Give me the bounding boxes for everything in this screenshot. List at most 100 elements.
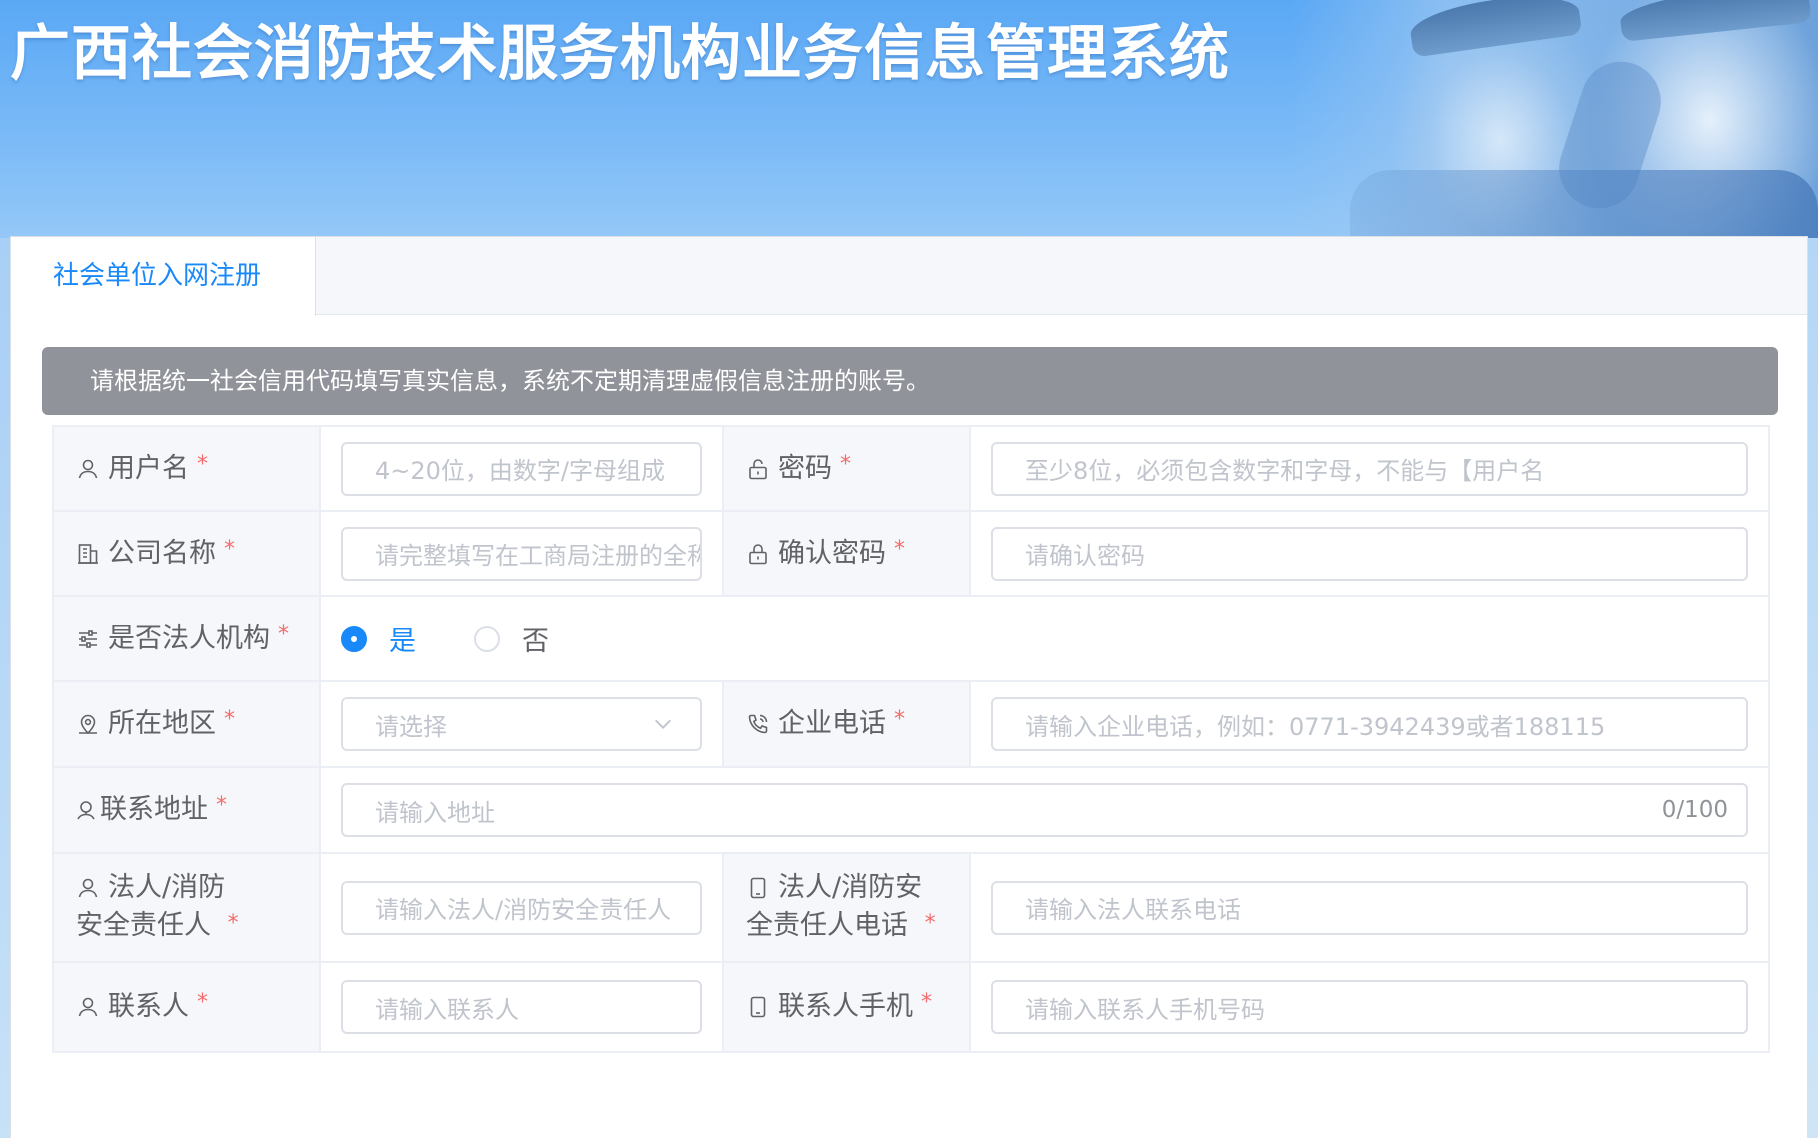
- region-select[interactable]: 请选择: [341, 697, 702, 751]
- username-placeholder: 4~20位，由数字/字母组成: [375, 457, 666, 485]
- sliders-icon: [76, 627, 100, 651]
- legal-person-placeholder: 请输入法人/消防安全责任人: [375, 896, 672, 924]
- radio-yes-label: 是: [389, 626, 416, 657]
- radio-no-circle[interactable]: [474, 625, 500, 652]
- form-row: 联系地址 * 请输入地址 0/100: [52, 766, 1770, 854]
- contact-placeholder: 请输入联系人: [375, 995, 519, 1024]
- address-char-counter: 0/100: [1661, 797, 1728, 823]
- registration-form: 用户名 * 4~20位，由数字/字母组成 密码 * 至少8位，必须包含数字和字母…: [52, 425, 1770, 1053]
- uniform-shape: [1350, 170, 1818, 238]
- required-mark: *: [197, 451, 208, 477]
- form-row: 联系人 * 请输入联系人 联系人手机 * 请输入联系人手机号码: [52, 961, 1770, 1053]
- contact-mobile-placeholder: 请输入联系人手机号码: [1025, 995, 1265, 1024]
- form-row: 所在地区 * 请选择 企业电话 * 请输入企业电话，例如：0771-394243…: [52, 680, 1770, 768]
- required-mark: *: [894, 707, 905, 732]
- password-label: 密码: [778, 452, 832, 484]
- company-name-input-cell: 请完整填写在工商局注册的全称: [319, 510, 724, 597]
- required-mark: *: [924, 910, 936, 936]
- location-icon: [76, 712, 100, 736]
- contact-mobile-input-cell: 请输入联系人手机号码: [969, 961, 1770, 1053]
- header-photo-firefighters: [1290, 0, 1818, 238]
- legal-person-phone-label-cell: 法人/消防安 全责任人电话 *: [722, 852, 971, 963]
- legal-entity-radio-cell: 是 否: [319, 595, 1770, 682]
- legal-person-label-line2: 安全责任人: [76, 909, 211, 941]
- chevron-down-icon: [655, 719, 671, 729]
- address-input[interactable]: 请输入地址 0/100: [341, 783, 1748, 837]
- company-phone-label: 企业电话: [778, 708, 886, 739]
- confirm-password-input-cell: 请确认密码: [969, 510, 1770, 597]
- building-icon: [76, 542, 100, 566]
- password-placeholder: 至少8位，必须包含数字和字母，不能与【用户名: [1025, 457, 1545, 485]
- cap-shape: [1407, 0, 1583, 58]
- contact-mobile-label-cell: 联系人手机 *: [722, 961, 971, 1053]
- contact-label-cell: 联系人 *: [52, 961, 321, 1053]
- legal-person-input[interactable]: 请输入法人/消防安全责任人: [341, 880, 702, 935]
- password-label-cell: 密码 *: [722, 425, 971, 512]
- username-input-cell: 4~20位，由数字/字母组成: [319, 425, 724, 512]
- contact-input-cell: 请输入联系人: [319, 961, 724, 1053]
- username-input[interactable]: 4~20位，由数字/字母组成: [341, 441, 702, 496]
- legal-person-phone-label-line1: 法人/消防安: [778, 871, 923, 903]
- region-select-cell: 请选择: [319, 680, 724, 768]
- required-mark: *: [197, 990, 208, 1015]
- required-mark: *: [894, 536, 905, 562]
- required-mark: *: [840, 451, 851, 477]
- confirm-password-label: 确认密码: [778, 537, 886, 569]
- required-mark: *: [224, 536, 235, 562]
- form-row: 公司名称 * 请完整填写在工商局注册的全称 确认密码 * 请确认密码: [52, 510, 1770, 597]
- required-mark: *: [227, 910, 239, 936]
- header-banner: 广西社会消防技术服务机构业务信息管理系统: [0, 0, 1818, 238]
- legal-person-label-line1: 法人/消防: [108, 871, 226, 903]
- contact-label: 联系人: [108, 991, 189, 1022]
- company-name-label-cell: 公司名称 *: [52, 510, 321, 597]
- password-input-cell: 至少8位，必须包含数字和字母，不能与【用户名: [969, 425, 1770, 512]
- mobile-icon: [746, 876, 770, 900]
- mobile-icon: [746, 995, 770, 1019]
- address-placeholder: 请输入地址: [375, 798, 495, 827]
- confirm-password-input[interactable]: 请确认密码: [991, 526, 1748, 581]
- tab-unit-registration[interactable]: 社会单位入网注册: [11, 237, 316, 316]
- company-name-input[interactable]: 请完整填写在工商局注册的全称: [341, 526, 702, 581]
- company-phone-input[interactable]: 请输入企业电话，例如：0771-3942439或者188115: [991, 697, 1748, 751]
- required-mark: *: [216, 793, 227, 818]
- contact-mobile-input[interactable]: 请输入联系人手机号码: [991, 980, 1748, 1034]
- form-row: 用户名 * 4~20位，由数字/字母组成 密码 * 至少8位，必须包含数字和字母…: [52, 425, 1770, 512]
- password-input[interactable]: 至少8位，必须包含数字和字母，不能与【用户名: [991, 441, 1748, 496]
- required-mark: *: [278, 621, 289, 647]
- cap-shape: [1618, 0, 1812, 42]
- company-phone-placeholder: 请输入企业电话，例如：0771-3942439或者188115: [1025, 712, 1606, 741]
- legal-person-phone-placeholder: 请输入法人联系电话: [1025, 896, 1241, 924]
- contact-mobile-label: 联系人手机: [778, 991, 913, 1022]
- region-placeholder: 请选择: [375, 712, 447, 741]
- background-edge-right: [1808, 238, 1818, 1138]
- address-label-cell: 联系地址 *: [52, 766, 321, 854]
- user-icon: [76, 457, 100, 481]
- username-label-cell: 用户名 *: [52, 425, 321, 512]
- region-label-cell: 所在地区 *: [52, 680, 321, 768]
- region-label: 所在地区: [108, 708, 216, 739]
- radio-yes[interactable]: 是: [341, 619, 416, 658]
- legal-person-phone-input-cell: 请输入法人联系电话: [969, 852, 1770, 963]
- company-name-placeholder: 请完整填写在工商局注册的全称: [375, 542, 700, 570]
- notice-banner: 请根据统一社会信用代码填写真实信息，系统不定期清理虚假信息注册的账号。: [42, 347, 1778, 415]
- form-row: 法人/消防 安全责任人 * 请输入法人/消防安全责任人 法人/消防安 全责任人电…: [52, 852, 1770, 963]
- legal-entity-label-cell: 是否法人机构 *: [52, 595, 321, 682]
- legal-entity-label: 是否法人机构: [108, 622, 270, 654]
- contact-input[interactable]: 请输入联系人: [341, 980, 702, 1034]
- confirm-password-placeholder: 请确认密码: [1025, 542, 1145, 570]
- company-phone-label-cell: 企业电话 *: [722, 680, 971, 768]
- legal-person-phone-input[interactable]: 请输入法人联系电话: [991, 880, 1748, 935]
- legal-entity-radio-group: 是 否: [321, 619, 1768, 658]
- registration-panel: 社会单位入网注册 请根据统一社会信用代码填写真实信息，系统不定期清理虚假信息注册…: [10, 236, 1808, 1138]
- background-edge-left: [0, 238, 10, 1138]
- tab-strip: 社会单位入网注册: [11, 237, 1807, 316]
- legal-person-phone-label-line2: 全责任人电话: [746, 909, 908, 941]
- location-pin-icon: [74, 798, 98, 822]
- legal-person-input-cell: 请输入法人/消防安全责任人: [319, 852, 724, 963]
- user-icon: [76, 876, 100, 900]
- radio-no[interactable]: 否: [474, 619, 549, 658]
- required-mark: *: [224, 707, 235, 732]
- required-mark: *: [921, 990, 932, 1015]
- radio-yes-circle[interactable]: [341, 625, 367, 652]
- lock-icon: [746, 542, 770, 566]
